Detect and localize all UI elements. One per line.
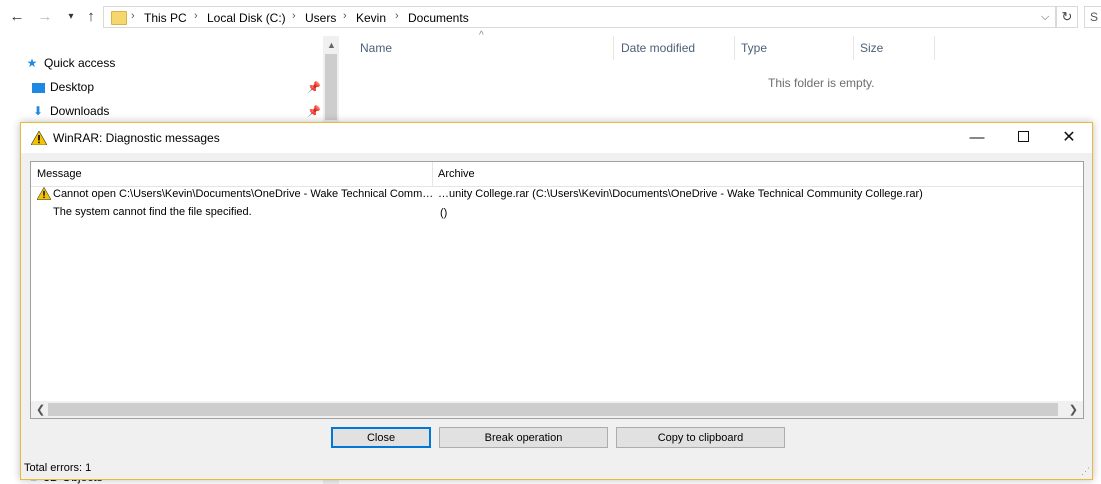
- message-cell[interactable]: The system cannot find the file specifie…: [53, 206, 252, 218]
- folder-icon: [111, 11, 127, 25]
- breadcrumb-local-disk[interactable]: Local Disk (C:): [207, 11, 286, 25]
- explorer-toolbar: ← → ▾ ↑ › This PC › Local Disk (C:) › Us…: [0, 0, 1101, 36]
- warning-icon: [37, 187, 51, 200]
- breadcrumb-kevin[interactable]: Kevin: [356, 11, 386, 25]
- column-size[interactable]: Size: [860, 41, 883, 55]
- column-type[interactable]: Type: [741, 41, 767, 55]
- archive-cell[interactable]: …unity College.rar (C:\Users\Kevin\Docum…: [438, 188, 923, 200]
- breadcrumb-chevron-icon[interactable]: ›: [131, 10, 135, 22]
- forward-arrow-icon[interactable]: →: [36, 8, 54, 26]
- column-divider[interactable]: [734, 36, 735, 60]
- dialog-title: WinRAR: Diagnostic messages: [53, 131, 220, 145]
- pin-icon[interactable]: 📌: [307, 81, 321, 94]
- column-date-modified[interactable]: Date modified: [621, 41, 695, 55]
- nav-item-downloads[interactable]: ⬇ Downloads: [30, 101, 109, 121]
- address-bar[interactable]: › This PC › Local Disk (C:) › Users › Ke…: [103, 6, 1056, 28]
- column-divider[interactable]: [613, 36, 614, 60]
- column-message[interactable]: Message: [37, 168, 82, 180]
- warning-icon: [31, 131, 47, 145]
- nav-item-label: Quick access: [44, 56, 116, 70]
- recent-locations-chevron-icon[interactable]: ▾: [62, 8, 80, 26]
- minimize-icon[interactable]: —: [954, 123, 1000, 153]
- file-list-header: Name Date modified Type Size: [345, 36, 1101, 60]
- column-divider[interactable]: [432, 162, 433, 186]
- up-arrow-icon[interactable]: ↑: [82, 8, 100, 26]
- download-icon: ⬇: [32, 104, 44, 118]
- messages-list-header: Message Archive: [31, 162, 1083, 187]
- breadcrumb-users[interactable]: Users: [305, 11, 336, 25]
- scroll-up-icon[interactable]: ▲: [327, 40, 336, 50]
- nav-item-desktop[interactable]: Desktop: [30, 77, 94, 97]
- pin-icon[interactable]: 📌: [307, 105, 321, 118]
- star-icon: ★: [26, 56, 38, 70]
- dialog-title-bar[interactable]: WinRAR: Diagnostic messages — ✕: [21, 123, 1092, 153]
- column-archive[interactable]: Archive: [438, 168, 475, 180]
- nav-item-label: Desktop: [50, 80, 95, 94]
- column-name[interactable]: Name: [360, 41, 392, 55]
- archive-cell[interactable]: (): [440, 207, 447, 219]
- status-total-errors: Total errors: 1: [24, 462, 92, 474]
- copy-to-clipboard-button[interactable]: Copy to clipboard: [616, 427, 785, 448]
- breadcrumb-chevron-icon[interactable]: ›: [395, 10, 399, 22]
- column-divider[interactable]: [853, 36, 854, 60]
- search-input[interactable]: S: [1084, 6, 1101, 28]
- breadcrumb-chevron-icon[interactable]: ›: [194, 10, 198, 22]
- breadcrumb-documents[interactable]: Documents: [408, 11, 469, 25]
- scrollbar-thumb[interactable]: [325, 54, 337, 120]
- scroll-left-icon[interactable]: ❮: [36, 403, 45, 416]
- maximize-icon[interactable]: [1000, 123, 1046, 153]
- messages-list[interactable]: Message Archive Cannot open C:\Users\Kev…: [30, 161, 1084, 419]
- close-button[interactable]: Close: [331, 427, 431, 448]
- address-dropdown-icon[interactable]: ⌵: [1041, 11, 1049, 24]
- scrollbar-thumb[interactable]: [48, 403, 1058, 416]
- break-operation-button[interactable]: Break operation: [439, 427, 608, 448]
- close-icon[interactable]: ✕: [1046, 123, 1092, 153]
- back-arrow-icon[interactable]: ←: [8, 8, 26, 26]
- breadcrumb-chevron-icon[interactable]: ›: [292, 10, 296, 22]
- message-cell[interactable]: Cannot open C:\Users\Kevin\Documents\One…: [53, 188, 433, 200]
- nav-item-quick-access[interactable]: ★ Quick access: [24, 53, 116, 73]
- horizontal-scrollbar[interactable]: ❮ ❯: [31, 401, 1083, 418]
- desktop-icon: [30, 77, 46, 97]
- sort-ascending-icon: ^: [479, 30, 484, 41]
- empty-folder-message: This folder is empty.: [768, 76, 875, 90]
- breadcrumb-this-pc[interactable]: This PC: [144, 11, 187, 25]
- column-divider[interactable]: [934, 36, 935, 60]
- breadcrumb-chevron-icon[interactable]: ›: [343, 10, 347, 22]
- resize-grip-icon[interactable]: ⋰: [1081, 466, 1090, 477]
- refresh-icon[interactable]: ↻: [1056, 6, 1078, 28]
- nav-item-label: Downloads: [50, 104, 110, 118]
- scroll-right-icon[interactable]: ❯: [1069, 403, 1078, 416]
- winrar-diagnostic-dialog: WinRAR: Diagnostic messages — ✕ Message …: [20, 122, 1093, 480]
